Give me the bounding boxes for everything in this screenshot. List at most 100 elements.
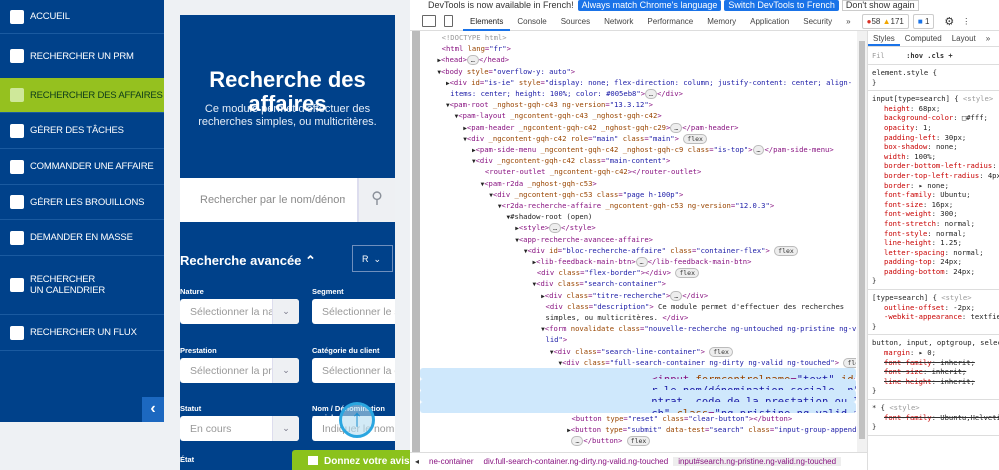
css-property[interactable]: padding-left: 30px;: [868, 133, 999, 143]
dom-node-line[interactable]: … </button> flex: [420, 435, 856, 447]
dom-node-line[interactable]: <html lang="fr">: [420, 43, 856, 54]
elements-scrollbar[interactable]: [857, 31, 867, 452]
css-source-link[interactable]: <style>: [941, 293, 971, 302]
css-property[interactable]: line-height: 1.25;: [868, 238, 999, 248]
dom-node-line[interactable]: ▼<pam-layout _ngcontent-gqh-c43 _nghost-…: [420, 110, 856, 121]
css-property[interactable]: font-style: normal;: [868, 229, 999, 239]
css-source-link[interactable]: <style>: [963, 94, 993, 103]
dom-node-line[interactable]: ▶<style>… </style>: [420, 222, 856, 234]
css-property[interactable]: font-weight: 300;: [868, 209, 999, 219]
styles-tab-styles[interactable]: Styles: [868, 31, 900, 46]
dom-node-line[interactable]: ▶<pam-header _ngcontent-gqh-c42 _nghost-…: [420, 122, 856, 133]
dom-node-line[interactable]: items: center; height: 100%; color: #005…: [420, 88, 856, 99]
issues-counter[interactable]: ●58 ▲171: [861, 13, 909, 29]
tab-performance[interactable]: Performance: [640, 12, 700, 31]
select-field[interactable]: Sélectionner la nature ⌄: [180, 299, 299, 324]
sidebar-item[interactable]: RECHERCHER DES AFFAIRES: [0, 78, 164, 113]
css-source-link[interactable]: <style>: [889, 403, 919, 412]
css-property[interactable]: border-bottom-left-radius: 4px;: [868, 161, 999, 171]
css-property[interactable]: -webkit-appearance: textfield;: [868, 312, 999, 322]
breadcrumb-item[interactable]: ne-container: [424, 457, 478, 466]
search-input[interactable]: [180, 178, 357, 222]
dom-node-line[interactable]: ▶<head>… </head>: [420, 54, 856, 66]
css-property[interactable]: letter-spacing: normal;: [868, 248, 999, 258]
dom-node-line[interactable]: <input formcontrolname="text" id="search…: [420, 368, 856, 380]
sidebar-item[interactable]: DEMANDER EN MASSE: [0, 220, 164, 256]
dom-node-line[interactable]: ▼#shadow-root (open): [420, 211, 856, 222]
css-property[interactable]: font-size: inherit;: [868, 367, 999, 377]
dom-node-line[interactable]: ▶<div class="titre-recherche">… </div>: [420, 290, 856, 301]
dom-node-line[interactable]: ▼<body style="overflow-y: auto">: [420, 66, 856, 77]
search-button[interactable]: ⚲: [357, 178, 395, 222]
dont-show-again-button[interactable]: Don't show again: [841, 0, 919, 11]
css-property[interactable]: line-height: inherit;: [868, 377, 999, 387]
css-property[interactable]: padding-bottom: 24px;: [868, 267, 999, 277]
tab-sources[interactable]: Sources: [554, 12, 597, 31]
dom-node-line[interactable]: ▼<form novalidate class="nouvelle-recher…: [420, 323, 856, 334]
sidebar-item[interactable]: ACCUEIL: [0, 0, 164, 34]
dom-node-line[interactable]: ▼<div class="full-search-container ng-di…: [420, 357, 856, 368]
css-property[interactable]: opacity: 1;: [868, 123, 999, 133]
advanced-search-toggle[interactable]: Recherche avancée ⌃: [180, 253, 316, 269]
css-property[interactable]: margin: ▸ 0;: [868, 348, 999, 358]
dom-node-line[interactable]: lid">: [420, 334, 856, 345]
inspect-icon[interactable]: [422, 15, 436, 27]
dom-node-line[interactable]: ▼<div id="bloc-recherche-affaire" class=…: [420, 245, 856, 256]
styles-tab-layout[interactable]: Layout: [947, 31, 981, 46]
switch-to-french-button[interactable]: Switch DevTools to French: [724, 0, 839, 11]
dom-node-line[interactable]: ▼<div class="search-line-container"> fle…: [420, 346, 856, 357]
css-property[interactable]: box-shadow: none;: [868, 142, 999, 152]
sidebar-item[interactable]: GÉRER LES BROUILLONS: [0, 185, 164, 220]
tab-elements[interactable]: Elements: [463, 12, 511, 31]
dom-node-line[interactable]: <div class="description"> Ce module perm…: [420, 301, 856, 312]
css-property[interactable]: padding-top: 24px;: [868, 257, 999, 267]
dom-node-line[interactable]: ▼<div _ngcontent-gqh-c42 role="main" cla…: [420, 133, 856, 144]
select-field[interactable]: Sélectionner la prestation ⌄: [180, 358, 299, 383]
sidebar-item[interactable]: COMMANDER UNE AFFAIRE: [0, 149, 164, 185]
sidebar-item[interactable]: RECHERCHER UN CALENDRIER: [0, 256, 164, 315]
breadcrumb-left-arrow[interactable]: ◂: [410, 457, 424, 466]
tab-network[interactable]: Network: [597, 12, 640, 31]
more-options-icon[interactable]: ⋮: [962, 17, 970, 26]
dom-node-line[interactable]: simples, ou multicritères. </div>: [420, 312, 856, 323]
scroll-top-button[interactable]: ↑: [339, 402, 375, 438]
dom-node-line[interactable]: ▼<div _ngcontent-gqh-c53 class="page h-1…: [420, 189, 856, 200]
dom-node-line[interactable]: ch" class="ng-pristine ng-valid ng-touch…: [420, 401, 856, 413]
sidebar-item[interactable]: RECHERCHER UN FLUX: [0, 315, 164, 351]
dom-node-line[interactable]: ▼<pam-root _nghost-gqh-c43 ng-version="1…: [420, 99, 856, 110]
css-property[interactable]: font-stretch: normal;: [868, 219, 999, 229]
dom-node-line[interactable]: ▼<app-recherche-avancee-affaire>: [420, 234, 856, 245]
text-field[interactable]: Sélectionner le segment: [312, 299, 395, 324]
tab-more[interactable]: »: [839, 12, 857, 31]
styles-tab-more[interactable]: »: [981, 31, 995, 46]
style-tools[interactable]: :hov .cls +: [906, 52, 952, 60]
css-property[interactable]: font-family: Ubuntu,Helvetica,sans-serif…: [868, 413, 999, 423]
collapse-sidebar-button[interactable]: ‹: [142, 397, 164, 422]
tab-console[interactable]: Console: [510, 12, 553, 31]
css-property[interactable]: font-size: 16px;: [868, 200, 999, 210]
css-property[interactable]: outline-offset: -2px;: [868, 303, 999, 313]
sidebar-item[interactable]: RECHERCHER UN PRM: [0, 34, 164, 79]
css-property[interactable]: background-color: □#fff;: [868, 113, 999, 123]
breadcrumb-item[interactable]: div.full-search-container.ng-dirty.ng-va…: [479, 457, 674, 466]
tab-security[interactable]: Security: [796, 12, 839, 31]
dom-node-line[interactable]: ▶<lib-feedback-main-btn>… </lib-feedback-…: [420, 256, 856, 267]
always-match-language-button[interactable]: Always match Chrome's language: [577, 0, 722, 11]
css-property[interactable]: width: 100%;: [868, 152, 999, 162]
device-toolbar-icon[interactable]: [444, 15, 453, 27]
dom-node-line[interactable]: <!DOCTYPE html>: [420, 32, 856, 43]
dom-node-line[interactable]: <div class="flex-border"></div> flex: [420, 267, 856, 279]
select-field[interactable]: En cours ⌄: [180, 416, 299, 441]
styles-tab-computed[interactable]: Computed: [900, 31, 947, 46]
dom-node-line[interactable]: ▶<pam-side-menu _ngcontent-gqh-c42 _ngho…: [420, 144, 856, 155]
settings-icon[interactable]: ⚙: [944, 15, 954, 28]
dom-node-line[interactable]: ▶<button type="submit" data-test="search…: [420, 424, 856, 435]
breadcrumb-item[interactable]: input#search.ng-pristine.ng-valid.ng-tou…: [673, 457, 842, 466]
dom-node-line[interactable]: ▼<div class="search-container">: [420, 278, 856, 289]
css-property[interactable]: border: ▸ none;: [868, 181, 999, 191]
tab-application[interactable]: Application: [743, 12, 796, 31]
tab-memory[interactable]: Memory: [700, 12, 743, 31]
filter-input[interactable]: Fil: [872, 47, 902, 65]
advanced-select[interactable]: R ⌄: [352, 245, 393, 272]
css-property[interactable]: font-family: inherit;: [868, 358, 999, 368]
